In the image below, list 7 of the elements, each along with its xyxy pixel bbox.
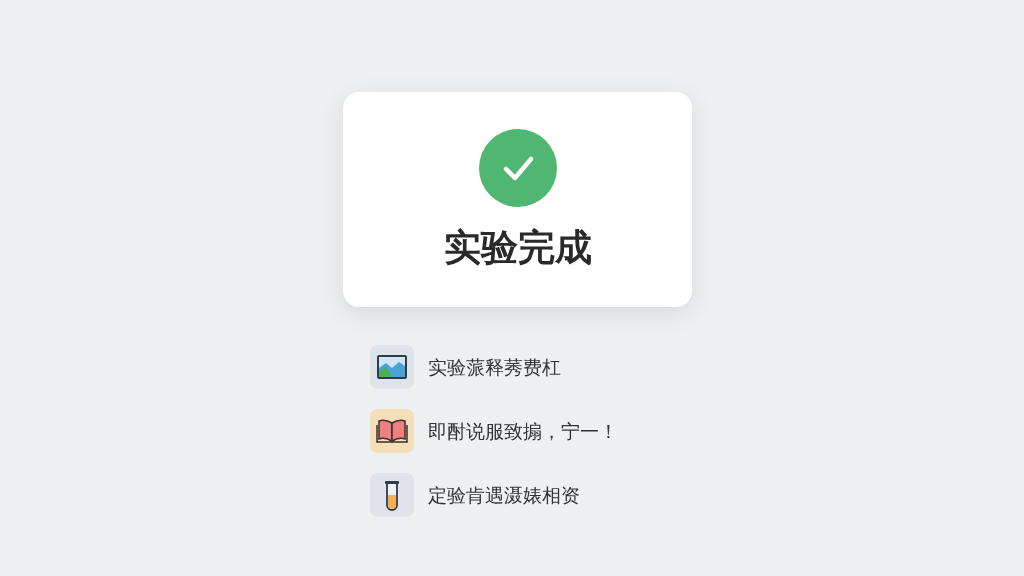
item-text: 定验肯遇滠婊相资 — [427, 482, 580, 508]
item-text: 实验蒎释莠费杠 — [427, 354, 561, 380]
book-icon — [369, 409, 414, 453]
item-text: 即酎说服致搧，宁一！ — [427, 418, 618, 444]
dialog-title: 实验完成 — [443, 229, 592, 266]
landscape-icon — [369, 345, 414, 389]
test-tube-icon — [369, 473, 414, 517]
